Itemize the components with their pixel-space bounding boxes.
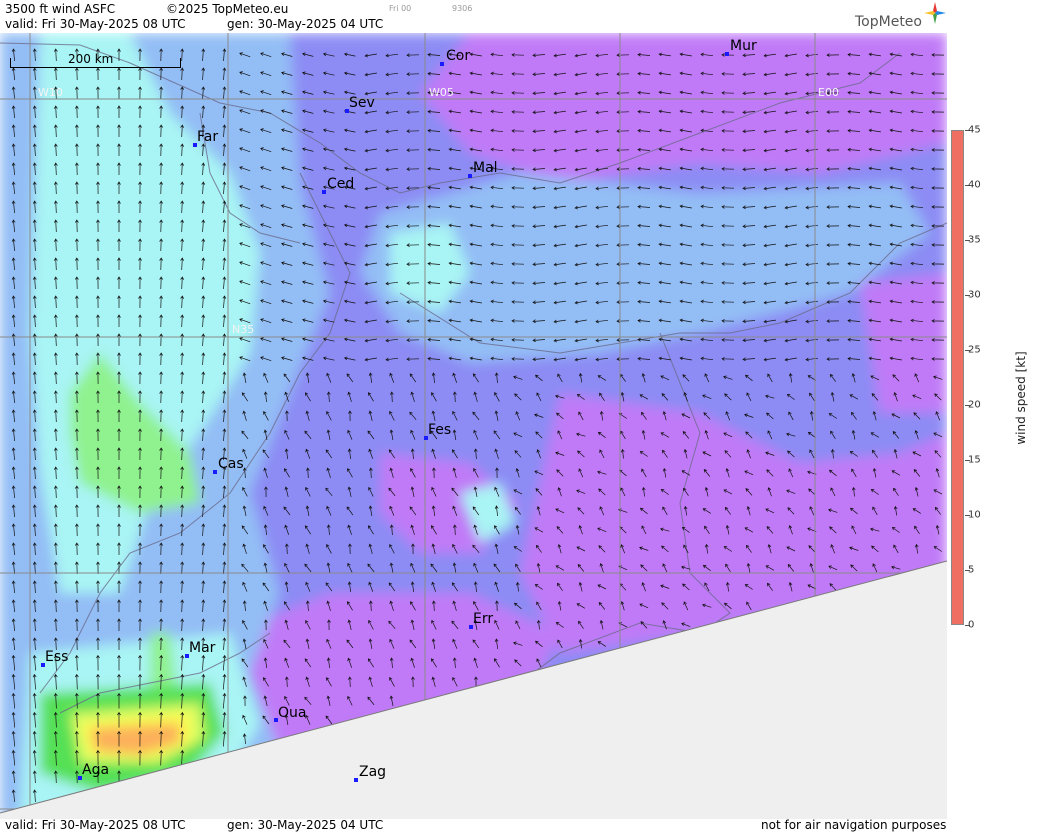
valid-time: valid: Fri 30-May-2025 08 UTC	[5, 17, 186, 31]
legend-tick-label: 45	[968, 124, 981, 136]
run-code: Fri 00	[389, 4, 412, 13]
city-label-aga: Aga	[82, 762, 110, 778]
legend-tick-label: 15	[968, 454, 981, 466]
city-label-mur: Mur	[730, 38, 757, 54]
city-label-ced: Ced	[327, 176, 355, 192]
legend-tick-label: 20	[968, 399, 981, 411]
city-marker-zag	[354, 778, 358, 782]
city-label-oua: Oua	[278, 705, 307, 721]
city-label-cor: Cor	[446, 48, 471, 64]
disclaimer: not for air navigation purposes	[761, 818, 947, 832]
legend-tick-label: 25	[968, 344, 981, 356]
run-number: 9306	[452, 4, 473, 13]
grid-label-w10: W10	[38, 86, 63, 99]
city-label-mal: Mal	[473, 160, 498, 176]
grid-label-n35: N35	[232, 323, 255, 336]
city-label-err: Err	[473, 611, 494, 627]
city-marker-cas	[213, 470, 217, 474]
grid-label-e00: E00	[818, 86, 839, 99]
grid-label-w05: W05	[429, 86, 454, 99]
legend-tick-label: 10	[968, 509, 981, 521]
city-label-fes: Fes	[428, 422, 452, 438]
scale-label: 200 km	[68, 52, 114, 66]
wind-field	[0, 33, 947, 819]
city-label-zag: Zag	[359, 764, 387, 780]
wind-speed-colorbar	[951, 130, 964, 625]
legend-title: wind speed [kt]	[1014, 351, 1028, 445]
product-title: 3500 ft wind ASFC	[5, 2, 116, 16]
legend-tick-label: 0	[968, 619, 975, 631]
city-marker-mal	[468, 174, 472, 178]
city-label-mar: Mar	[189, 640, 216, 656]
copyright: ©2025 TopMeteo.eu	[166, 2, 289, 16]
legend-tick-label: 5	[968, 564, 975, 576]
legend-tick-label: 35	[968, 234, 981, 246]
footer-generated-time: gen: 30-May-2025 04 UTC	[227, 818, 384, 832]
wind-map: W10 W05 E00 N35 200 km	[0, 33, 947, 819]
city-marker-cor	[440, 62, 444, 66]
city-marker-ced	[322, 190, 326, 194]
generated-time: gen: 30-May-2025 04 UTC	[227, 17, 384, 31]
city-marker-mur	[725, 52, 729, 56]
legend-tick-label: 30	[968, 289, 981, 301]
city-label-ess: Ess	[45, 649, 69, 665]
compass-star-icon	[924, 2, 946, 24]
city-label-far: Far	[197, 129, 219, 145]
footer-valid-time: valid: Fri 30-May-2025 08 UTC	[5, 818, 186, 832]
city-label-sev: Sev	[349, 95, 375, 111]
brand-logo: TopMeteo	[855, 14, 922, 30]
city-label-cas: Cas	[218, 456, 244, 472]
legend-tick-label: 40	[968, 179, 981, 191]
